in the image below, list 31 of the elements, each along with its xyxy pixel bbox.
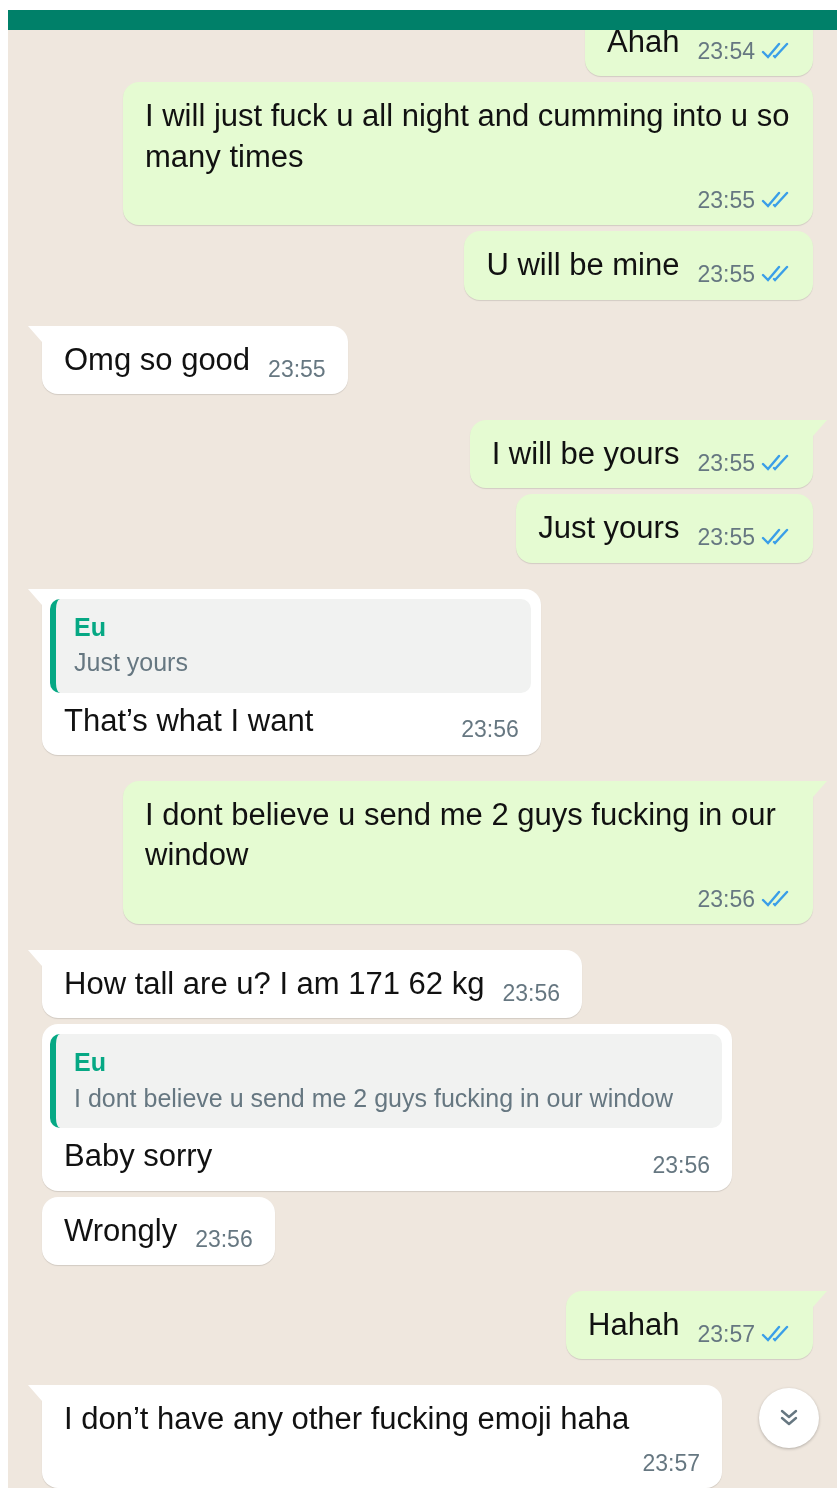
message-time: 23:56 <box>502 978 560 1008</box>
message-time: 23:55 <box>697 185 755 215</box>
quote-text: Just yours <box>74 647 189 679</box>
message-text: Just yours <box>538 509 680 548</box>
message-time: 23:57 <box>697 1319 755 1349</box>
message-text: I don’t have any other fucking emoji haha <box>64 1400 630 1439</box>
message-text: I will just fuck u all night and cumming into u so many times <box>145 97 791 176</box>
message-time: 23:56 <box>195 1225 253 1255</box>
quote-author: Eu <box>74 1047 107 1079</box>
message-text: Omg so good <box>64 340 251 379</box>
message-text: I dont believe u send me 2 guys fucking in our window <box>145 795 777 875</box>
message-time: 23:56 <box>461 715 519 745</box>
message-text: That’s what I want <box>64 701 314 740</box>
message-time: 23:55 <box>697 448 755 478</box>
message-time: 23:55 <box>268 354 326 384</box>
message-text: I will be yours <box>491 435 680 474</box>
message-time: 23:55 <box>697 260 755 290</box>
message-text: U will be mine <box>486 246 680 285</box>
message-time: 23:56 <box>652 1151 710 1181</box>
message-time: 23:55 <box>697 523 755 553</box>
message-text: Ahah <box>607 30 680 62</box>
message-text: Hahah <box>588 1305 680 1344</box>
scroll-down-button[interactable] <box>759 1388 819 1448</box>
message-text: How tall are u? I am 171 62 kg <box>64 965 485 1003</box>
quote-author: Eu <box>74 611 107 643</box>
quote-text: I dont believe u send me 2 guys fucking in our window <box>74 1082 674 1114</box>
message-time: 23:57 <box>642 1448 700 1478</box>
message-text: Wrongly <box>64 1211 178 1250</box>
message-time: 23:56 <box>697 884 755 914</box>
message-time: 23:54 <box>697 36 755 66</box>
message-text: Baby sorry <box>64 1137 213 1176</box>
